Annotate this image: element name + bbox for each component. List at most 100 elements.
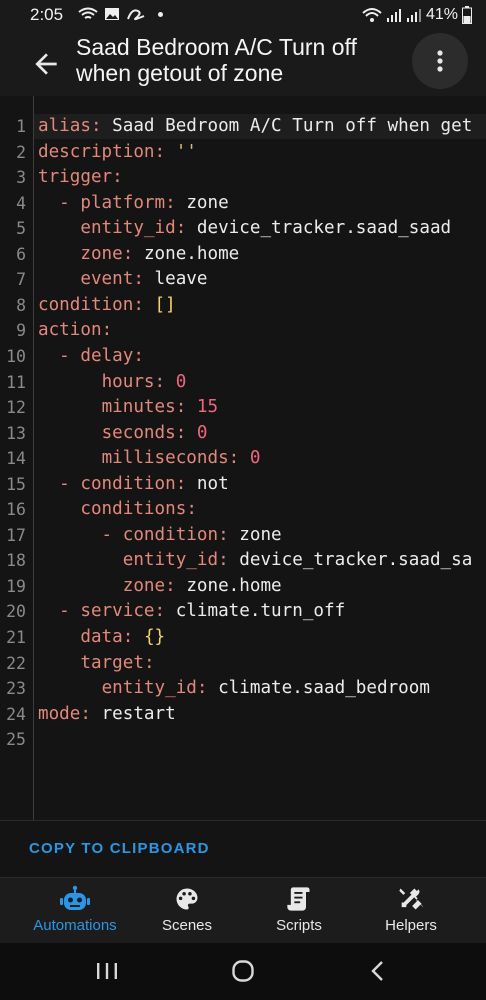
code-line[interactable]: 10 - delay: — [0, 344, 486, 370]
line-number: 9 — [16, 321, 26, 341]
code-line[interactable]: 24 mode: restart — [0, 702, 486, 728]
wifi-calling-icon — [78, 7, 98, 19]
nav-label-automations: Automations — [33, 917, 117, 934]
code-line[interactable]: 4 - platform: zone — [0, 191, 486, 217]
status-bar: 2:05 41% — [0, 0, 486, 30]
code-line[interactable]: 5 entity_id: device_tracker.saad_saad — [0, 216, 486, 242]
yaml-key: description — [38, 141, 155, 162]
code-line[interactable]: 18 entity_id: device_tracker.saad_sa — [0, 548, 486, 574]
yaml-key: milliseconds — [101, 448, 229, 469]
gallery-icon — [105, 8, 119, 20]
battery-level: 41% — [425, 6, 458, 23]
nav-item-scenes[interactable]: Scenes — [132, 878, 242, 944]
yaml-separator: : — [175, 422, 197, 443]
line-number: 22 — [6, 653, 26, 673]
yaml-value: 0 — [175, 371, 187, 392]
code-content: entity_id: device_tracker.saad_sa — [38, 548, 473, 574]
code-line[interactable]: 23 entity_id: climate.saad_bedroom — [0, 676, 486, 702]
yaml-key: zone — [122, 575, 166, 596]
battery-icon — [462, 6, 472, 24]
code-content: entity_id: climate.saad_bedroom — [38, 676, 430, 702]
nav-item-automations[interactable]: Automations — [20, 878, 130, 944]
code-line[interactable]: 15 - condition: not — [0, 472, 486, 498]
yaml-key: delay — [80, 345, 134, 366]
line-number: 12 — [6, 398, 26, 418]
code-line[interactable]: 22 target: — [0, 651, 486, 677]
yaml-value: 0 — [249, 448, 261, 469]
signal-icon — [406, 9, 421, 22]
yaml-key: mode — [38, 703, 81, 724]
yaml-separator: : — [133, 345, 144, 366]
code-line[interactable]: 2 description: '' — [0, 140, 486, 166]
yaml-key: minutes — [101, 397, 176, 418]
recent-apps-icon — [97, 963, 117, 979]
code-line[interactable]: 25 — [0, 727, 486, 753]
home-button[interactable] — [230, 959, 256, 988]
yaml-value: zone — [239, 524, 282, 545]
code-line[interactable]: 8 condition: [] — [0, 293, 486, 319]
recent-apps-button[interactable] — [94, 959, 120, 988]
code-content: zone: zone.home — [38, 574, 282, 600]
back-nav-button[interactable] — [368, 959, 388, 988]
script-icon — [287, 887, 310, 911]
indent: - — [38, 192, 81, 213]
code-content: milliseconds: 0 — [38, 446, 261, 472]
code-line[interactable]: 19 zone: zone.home — [0, 574, 486, 600]
code-line[interactable]: 17 - condition: zone — [0, 523, 486, 549]
line-number: 8 — [16, 295, 26, 315]
status-right-icons: 41% — [362, 6, 472, 24]
app-icon — [127, 9, 145, 21]
yaml-value: '' — [175, 141, 197, 162]
line-number: 18 — [6, 551, 26, 571]
code-content: entity_id: device_tracker.saad_saad — [38, 216, 451, 242]
back-button[interactable] — [30, 48, 62, 80]
line-number: 13 — [6, 423, 26, 443]
code-line[interactable]: 1 alias: Saad Bedroom A/C Turn off when g… — [0, 114, 486, 140]
more-menu-button[interactable] — [412, 33, 468, 89]
nav-item-helpers[interactable]: Helpers — [356, 878, 466, 944]
nav-item-scripts[interactable]: Scripts — [244, 878, 354, 944]
code-line[interactable]: 20 - service: climate.turn_off — [0, 599, 486, 625]
yaml-value: climate.saad_bedroom — [218, 678, 430, 699]
code-line[interactable]: 9 action: — [0, 318, 486, 344]
back-icon — [371, 961, 383, 981]
code-line[interactable]: 14 milliseconds: 0 — [0, 446, 486, 472]
code-line[interactable]: 21 data: {} — [0, 625, 486, 651]
code-line[interactable]: 11 hours: 0 — [0, 370, 486, 396]
code-line[interactable]: 3 trigger: — [0, 165, 486, 191]
yaml-value: not — [196, 473, 229, 494]
yaml-separator: : — [186, 499, 197, 520]
app-header: Saad Bedroom A/C Turn off when getout of… — [0, 30, 486, 96]
line-number: 3 — [16, 168, 26, 188]
yaml-separator: : — [218, 550, 240, 571]
system-navigation-bar — [0, 943, 486, 1000]
indent: - — [38, 473, 81, 494]
yaml-key: data — [80, 627, 123, 647]
yaml-key: entity_id — [101, 678, 197, 699]
yaml-editor[interactable]: 1 alias: Saad Bedroom A/C Turn off when g… — [0, 96, 486, 820]
code-line[interactable]: 7 event: leave — [0, 267, 486, 293]
copy-to-clipboard-button[interactable]: COPY TO CLIPBOARD — [29, 840, 210, 857]
yaml-separator: : — [175, 397, 197, 418]
code-content: zone: zone.home — [38, 242, 239, 268]
yaml-value: Saad Bedroom A/C Turn off when get — [112, 116, 473, 136]
code-line[interactable]: 13 seconds: 0 — [0, 421, 486, 447]
code-content: condition: [] — [38, 293, 176, 319]
code-line[interactable]: 6 zone: zone.home — [0, 242, 486, 268]
line-number: 2 — [16, 142, 26, 162]
code-content: event: leave — [38, 267, 207, 293]
dot-icon — [158, 11, 163, 17]
code-content: - platform: zone — [38, 191, 229, 217]
code-content: - delay: — [38, 344, 144, 370]
line-number: 19 — [6, 576, 26, 596]
robot-icon — [60, 885, 90, 910]
yaml-key: condition — [122, 524, 219, 545]
code-line[interactable]: 12 minutes: 15 — [0, 395, 486, 421]
line-number: 17 — [6, 525, 26, 545]
yaml-value: device_tracker.saad_sa — [239, 550, 473, 571]
code-line[interactable]: 16 conditions: — [0, 497, 486, 523]
